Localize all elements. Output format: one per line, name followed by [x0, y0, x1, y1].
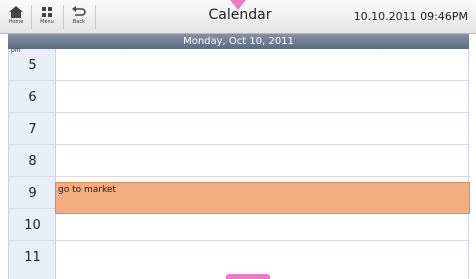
hour-label: 7 [28, 122, 37, 137]
hour-cell: 7 [9, 113, 56, 144]
hour-label: 6 [28, 90, 37, 105]
hour-cell: 8 [9, 145, 56, 176]
ampm-label: pm [11, 47, 21, 54]
hour-row[interactable]: 8 [9, 145, 470, 177]
home-label: Home [8, 19, 24, 25]
back-label: Back [72, 19, 86, 25]
menu-label: Menu [40, 19, 54, 25]
hour-cell: 9 [9, 177, 56, 208]
hour-label: 8 [28, 154, 37, 169]
menu-button[interactable]: Menu [32, 0, 62, 33]
hour-cell: 10 [9, 209, 56, 240]
back-arrow-icon [72, 6, 86, 16]
day-header[interactable]: Monday, Oct 10, 2011 [8, 34, 469, 49]
hour-label: 11 [24, 250, 41, 265]
menu-grid-icon [42, 7, 52, 17]
hour-cell: 6 [9, 81, 56, 112]
hour-row[interactable]: pm 5 [9, 47, 470, 81]
datetime-display: 10.10.2011 09:46PM [353, 10, 468, 23]
hour-label: 10 [24, 218, 41, 233]
event-title: go to market [58, 185, 116, 195]
toolbar-divider [95, 5, 96, 29]
hour-row[interactable]: 7 [9, 113, 470, 145]
hour-cell: 11 [9, 241, 56, 279]
hour-cell: pm 5 [9, 47, 56, 80]
bottom-drawer-handle[interactable] [226, 274, 270, 279]
hour-row[interactable]: 6 [9, 81, 470, 113]
hour-label: 5 [28, 58, 37, 73]
calendar-event[interactable]: go to market [55, 182, 470, 214]
back-button[interactable]: Back [64, 0, 94, 33]
home-button[interactable]: Home [1, 0, 31, 33]
day-grid: pm 5 6 7 8 9 10 11 [8, 47, 470, 279]
pull-down-indicator-icon[interactable] [230, 0, 246, 10]
hour-label: 9 [28, 186, 37, 201]
home-icon [9, 6, 23, 18]
